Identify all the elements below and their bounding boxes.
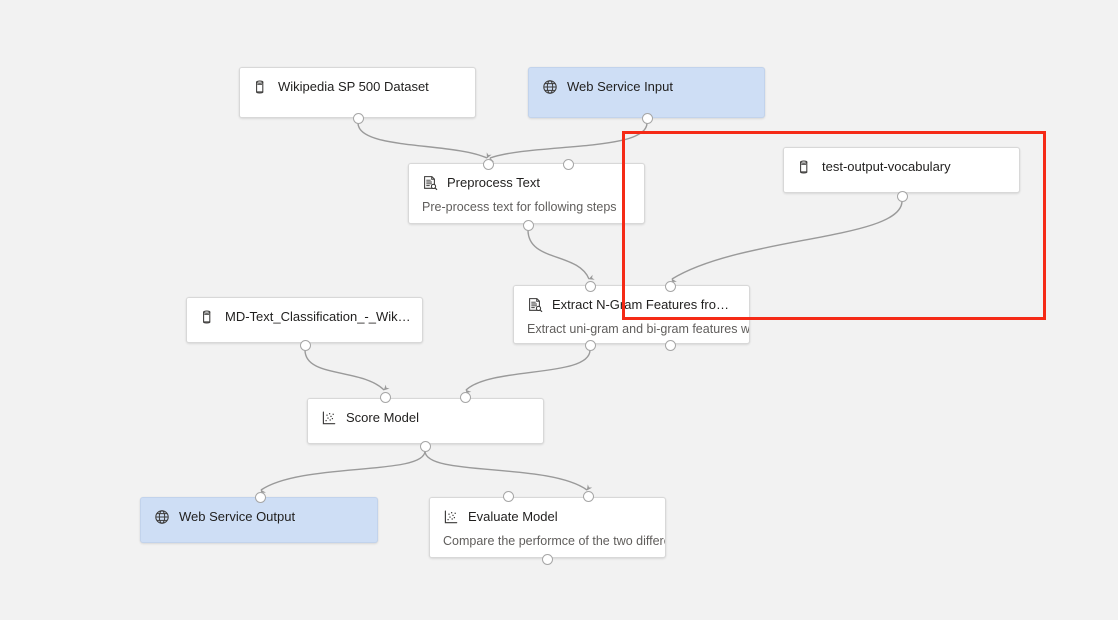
node-header: test-output-vocabulary — [784, 148, 1019, 175]
edge-wikipedia-to-preprocess — [357, 122, 492, 159]
port-score-model-in-2[interactable] — [459, 391, 471, 403]
node-description: Compare the performce of the two differe… — [443, 534, 665, 548]
edge-preprocess-to-ngram — [527, 229, 595, 280]
port-test-output-vocab-out[interactable] — [896, 190, 908, 202]
port-evaluate-out[interactable] — [541, 553, 553, 565]
dataset-icon — [203, 310, 211, 324]
node-evaluate-model[interactable]: Evaluate Model Compare the performce of t… — [429, 497, 666, 558]
node-score-model[interactable]: Score Model — [307, 398, 544, 444]
port-score-model-out[interactable] — [419, 440, 431, 452]
node-accent-bar — [529, 68, 533, 117]
port-web-service-input-output[interactable] — [641, 112, 653, 124]
node-title: MD-Text_Classification_-_Wikipedi... — [225, 309, 412, 324]
port-ngram-in-1[interactable] — [584, 280, 596, 292]
node-title: Web Service Output — [179, 509, 296, 524]
node-accent-bar — [784, 148, 788, 192]
node-extract-n-gram-features-from-text[interactable]: Extract N-Gram Features from Text Extract… — [513, 285, 750, 344]
node-accent-bar — [430, 498, 434, 557]
pipeline-canvas[interactable]: Wikipedia SP 500 Dataset Web Service Inpu… — [0, 0, 1118, 620]
dataset-icon — [800, 160, 808, 174]
port-md-text-class-out[interactable] — [299, 339, 311, 351]
port-preprocess-in-1[interactable] — [482, 158, 494, 170]
node-header: MD-Text_Classification_-_Wikipedi... — [187, 298, 422, 325]
score-icon — [444, 510, 458, 524]
node-web-service-input[interactable]: Web Service Input — [528, 67, 765, 118]
node-accent-bar — [240, 68, 244, 117]
node-title: Wikipedia SP 500 Dataset — [278, 79, 429, 94]
globe-icon — [155, 510, 169, 524]
port-wikipedia-output[interactable] — [352, 112, 364, 124]
node-preprocess-text[interactable]: Preprocess Text Pre-process text for foll… — [408, 163, 645, 224]
node-title: Score Model — [346, 410, 419, 425]
port-web-service-output-in[interactable] — [254, 491, 266, 503]
node-md-text-classification[interactable]: MD-Text_Classification_-_Wikipedi... — [186, 297, 423, 343]
port-preprocess-in-2[interactable] — [562, 158, 574, 170]
edge-score-to-evaluate — [424, 450, 593, 491]
node-description: Extract uni-gram and bi-gram features wi… — [527, 322, 749, 336]
node-header: Extract N-Gram Features from Text — [514, 286, 749, 313]
text-analytics-icon — [529, 298, 543, 313]
node-accent-bar — [187, 298, 191, 342]
node-title: Preprocess Text — [447, 175, 540, 190]
edge-mdtext-to-score — [304, 349, 390, 391]
port-ngram-out-2[interactable] — [664, 339, 676, 351]
text-analytics-icon — [424, 176, 438, 191]
node-header: Score Model — [308, 399, 543, 426]
node-header: Preprocess Text — [409, 164, 644, 191]
port-score-model-in-1[interactable] — [379, 391, 391, 403]
dataset-icon — [256, 80, 264, 94]
node-title: Web Service Input — [567, 79, 673, 94]
node-web-service-output[interactable]: Web Service Output — [140, 497, 378, 543]
node-title: Evaluate Model — [468, 509, 558, 524]
globe-icon — [543, 80, 557, 94]
port-ngram-in-2[interactable] — [664, 280, 676, 292]
node-title: Extract N-Gram Features from Text — [552, 297, 739, 312]
edge-score-to-wsoutput — [260, 450, 426, 496]
node-description: Pre-process text for following steps — [422, 200, 617, 214]
node-accent-bar — [514, 286, 518, 343]
node-accent-bar — [141, 498, 145, 542]
score-icon — [322, 411, 336, 425]
edge-vocab-to-ngram — [671, 200, 903, 285]
node-header: Wikipedia SP 500 Dataset — [240, 68, 475, 95]
port-evaluate-in-1[interactable] — [502, 490, 514, 502]
node-title: test-output-vocabulary — [822, 159, 951, 174]
node-wikipedia-sp-500-dataset[interactable]: Wikipedia SP 500 Dataset — [239, 67, 476, 118]
port-preprocess-out[interactable] — [522, 219, 534, 231]
node-accent-bar — [409, 164, 413, 223]
port-evaluate-in-2[interactable] — [582, 490, 594, 502]
node-accent-bar — [308, 399, 312, 443]
edge-wsinput-to-preprocess — [489, 122, 648, 164]
node-test-output-vocabulary[interactable]: test-output-vocabulary — [783, 147, 1020, 193]
node-header: Evaluate Model — [430, 498, 665, 525]
port-ngram-out-1[interactable] — [584, 339, 596, 351]
edge-ngram-to-score — [465, 349, 591, 396]
node-header: Web Service Input — [529, 68, 764, 95]
